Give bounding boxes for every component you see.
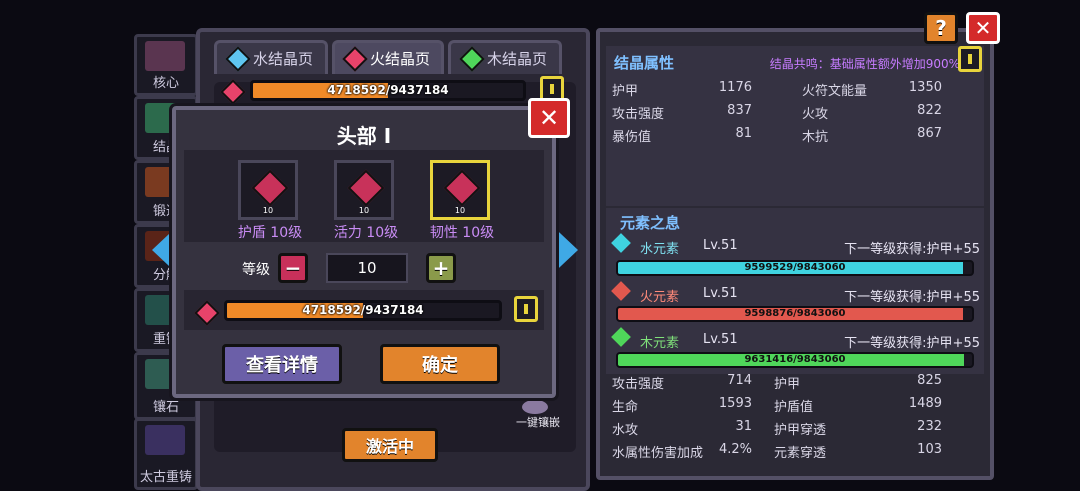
stat-label: 护盾值 xyxy=(774,400,814,415)
slot-level: 10 xyxy=(262,206,274,215)
fire-crystal-icon xyxy=(347,169,385,207)
tab-label: 木结晶页 xyxy=(486,50,547,68)
tab-wood-crystal[interactable]: 木结晶页 xyxy=(448,40,562,74)
stat-value: 1489 xyxy=(908,396,942,411)
stat-value: 825 xyxy=(917,373,942,388)
stat-label: 木抗 xyxy=(802,130,829,145)
element-level: Lv.51 xyxy=(703,286,738,301)
element-next: 下一等级获得:护甲+55 xyxy=(844,336,980,351)
progress-text: 9599529/9843060 xyxy=(744,262,846,273)
stat-value: 822 xyxy=(917,103,942,118)
tab-label: 火结晶页 xyxy=(369,50,430,68)
stat-value: 1593 xyxy=(718,396,752,411)
tab-label: 水结晶页 xyxy=(252,50,313,68)
element-next: 下一等级获得:护甲+55 xyxy=(844,290,980,305)
stat-value: 232 xyxy=(917,419,942,434)
elements-title: 元素之息 xyxy=(620,214,681,232)
slot-label: 韧性 10级 xyxy=(429,225,495,241)
fire-crystal-icon xyxy=(443,169,481,207)
level-input[interactable]: 10 xyxy=(326,253,408,283)
confirm-button[interactable]: 确定 xyxy=(380,344,500,384)
stat-value: 81 xyxy=(735,126,752,141)
element-name: 火元素 xyxy=(640,290,680,305)
sidebar-item-label: 太古重铸 xyxy=(139,470,192,485)
fire-element-bar: 9598876/9843060 xyxy=(616,306,974,322)
sidebar-item-label: 镶石 xyxy=(152,400,179,415)
ancient-recast-icon xyxy=(145,425,185,455)
element-next: 下一等级获得:护甲+55 xyxy=(844,242,980,257)
progress-text: 9631416/9843060 xyxy=(744,354,846,365)
one-click-inlay-label[interactable]: 一键镶嵌 xyxy=(510,414,566,430)
tab-water-crystal[interactable]: 水结晶页 xyxy=(214,40,328,74)
core-icon xyxy=(145,41,185,71)
dialog-title: 头部 I xyxy=(336,124,392,148)
plus-button[interactable]: + xyxy=(426,253,456,283)
stat-label: 水属性伤害加成 xyxy=(612,446,704,461)
element-name: 水元素 xyxy=(640,242,680,257)
info-icon[interactable] xyxy=(514,296,538,322)
crystal-attributes-title: 结晶属性 xyxy=(614,54,675,72)
stat-label: 水攻 xyxy=(612,423,639,438)
slot-label: 活力 10级 xyxy=(333,225,399,241)
slot-level: 10 xyxy=(454,206,466,215)
stat-label: 攻击强度 xyxy=(612,377,665,392)
sidebar-item-ancient-recast[interactable]: 太古重铸 xyxy=(134,418,198,490)
toughness-slot[interactable]: 10 xyxy=(430,160,490,220)
stat-label: 护甲 xyxy=(774,377,801,392)
water-element-bar: 9599529/9843060 xyxy=(616,260,974,276)
stat-value: 1176 xyxy=(718,80,752,95)
water-gem-icon xyxy=(225,45,251,72)
progress-text: 9598876/9843060 xyxy=(744,308,846,319)
slot-label: 护盾 10级 xyxy=(237,225,303,241)
stat-label: 元素穿透 xyxy=(774,446,827,461)
crystal-progress-bar: 4718592/9437184 xyxy=(250,80,526,101)
stat-label: 护甲穿透 xyxy=(774,423,827,438)
stat-value: 837 xyxy=(727,103,752,118)
stat-label: 生命 xyxy=(612,400,639,415)
progress-text: 4718592/9437184 xyxy=(302,303,424,317)
stat-label: 火符文能量 xyxy=(802,84,868,99)
view-details-button[interactable]: 查看详情 xyxy=(222,344,342,384)
wood-gem-icon xyxy=(459,45,485,72)
minus-button[interactable]: − xyxy=(278,253,308,283)
stat-value: 103 xyxy=(917,442,942,457)
fire-crystal-icon xyxy=(251,169,289,207)
fire-gem-icon xyxy=(342,45,368,72)
close-button[interactable]: ✕ xyxy=(966,12,1000,44)
activate-button[interactable]: 激活中 xyxy=(342,428,438,462)
stat-label: 火攻 xyxy=(802,107,829,122)
stat-label: 暴伤值 xyxy=(612,130,652,145)
stat-label: 攻击强度 xyxy=(612,107,665,122)
sidebar-item-core[interactable]: 核心 xyxy=(134,34,198,96)
sidebar-item-label: 核心 xyxy=(152,76,179,91)
dialog-close-button[interactable]: ✕ xyxy=(528,98,570,138)
stat-value: 31 xyxy=(735,419,752,434)
stat-value: 714 xyxy=(727,373,752,388)
stat-label: 护甲 xyxy=(612,84,639,99)
wood-element-bar: 9631416/9843060 xyxy=(616,352,974,368)
resonance-text: 结晶共鸣：基础属性额外增加900% xyxy=(769,57,960,71)
stat-value: 4.2% xyxy=(718,442,752,457)
element-level: Lv.51 xyxy=(703,238,738,253)
stat-value: 1350 xyxy=(908,80,942,95)
cost-progress-bar: 4718592/9437184 xyxy=(224,300,502,321)
progress-text: 4718592/9437184 xyxy=(327,83,449,97)
vitality-slot[interactable]: 10 xyxy=(334,160,394,220)
inlay-icon[interactable] xyxy=(522,400,548,414)
tab-fire-crystal[interactable]: 火结晶页 xyxy=(332,40,444,74)
upgrade-dialog: 头部 I 10 10 10 护盾 10级 活力 10级 韧性 10级 等级 − … xyxy=(169,103,559,401)
shield-slot[interactable]: 10 xyxy=(238,160,298,220)
element-name: 木元素 xyxy=(640,336,680,351)
level-label: 等级 xyxy=(242,262,270,278)
help-button[interactable]: ? xyxy=(924,12,958,44)
element-level: Lv.51 xyxy=(703,332,738,347)
stat-value: 867 xyxy=(917,126,942,141)
slot-level: 10 xyxy=(358,206,370,215)
info-icon[interactable] xyxy=(958,46,982,72)
